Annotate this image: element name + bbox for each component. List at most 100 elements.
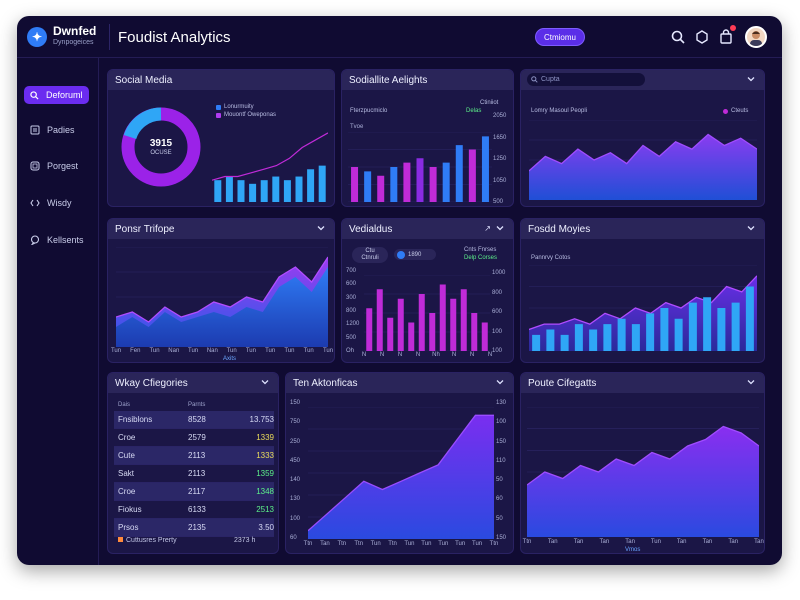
bar	[439, 284, 446, 351]
y-axis-label: Tvoe	[350, 124, 364, 130]
panel-title: Poute Cifegatts	[521, 373, 764, 393]
tick-label: Tun	[245, 348, 256, 354]
bar	[674, 318, 683, 351]
legend-swatch	[723, 108, 728, 114]
table-row[interactable]: Fnsiblons 8528 13.753	[114, 411, 274, 429]
tick-label: Tan	[320, 541, 330, 547]
table-cell: 8528	[188, 415, 206, 424]
tick-label: Tun	[472, 541, 483, 547]
tick-label: 150	[496, 438, 507, 445]
area-series	[527, 426, 759, 537]
document-icon	[30, 125, 40, 135]
sidebar-item-label: Porgest	[47, 161, 79, 171]
right-axis: 130 100 150 110 50 60 50 150	[496, 400, 513, 541]
sidebar-item-porgest[interactable]: Porgest	[24, 157, 89, 175]
sidebar-item-padies[interactable]: Padies	[24, 121, 89, 139]
bar	[660, 308, 669, 351]
segment-toggle-left[interactable]: Ctu Ctnruli	[352, 247, 388, 263]
tick-label: Tan	[728, 539, 739, 545]
table-cell: 2513	[256, 505, 274, 514]
sidebar-item-wisdy[interactable]: Wisdy	[24, 194, 89, 212]
sort-icon[interactable]: ↗	[484, 224, 491, 233]
chevron-down-icon[interactable]	[495, 223, 505, 233]
legend-item: Mouontf Oweponas	[216, 112, 276, 118]
tick-label: 50	[496, 477, 503, 484]
legend-item: Lonurmuity	[216, 104, 254, 110]
tick-label: Ttn	[354, 541, 364, 547]
tick-label: 100	[492, 348, 503, 354]
sidebar: Deforuml Padies Porgest Wisdy Kellsents	[17, 58, 99, 565]
bar	[455, 145, 463, 202]
panel-wkay-cfiegories: Wkay Cfiegories Dais Parnts Fnsiblons 852…	[107, 372, 279, 554]
chevron-down-icon[interactable]	[495, 377, 505, 387]
tick-label: Tun	[370, 541, 381, 547]
chevron-down-icon[interactable]	[746, 223, 756, 233]
legend-swatch	[216, 112, 221, 118]
tick-label: 100	[492, 328, 503, 335]
tick-label: 800	[492, 289, 503, 296]
bar	[688, 302, 697, 351]
header-action-button[interactable]: Ctmiomu	[535, 28, 585, 46]
settings-icon[interactable]	[694, 29, 710, 45]
table-cell: 2113	[188, 469, 206, 478]
search-icon	[531, 76, 538, 83]
panel-search-input[interactable]: Cupta	[527, 73, 645, 86]
avatar[interactable]	[745, 26, 767, 48]
bar	[225, 176, 233, 202]
x-axis: N N N N Nh N N N	[361, 352, 493, 360]
sidebar-item-deforuml[interactable]: Deforuml	[24, 86, 89, 104]
chat-icon	[30, 235, 40, 245]
chevron-down-icon[interactable]	[746, 74, 756, 84]
panel-fosdd-moyies: Fosdd Moyies Pannrvy Cotos	[520, 218, 765, 363]
tick-label: Ttn	[388, 541, 397, 547]
bag-icon[interactable]	[718, 29, 734, 45]
table-cell: 2117	[188, 487, 206, 496]
table-row[interactable]: Fiokus 6133 2513	[114, 501, 274, 519]
bar	[574, 324, 583, 351]
bar	[416, 158, 424, 202]
bar	[364, 171, 372, 202]
x-axis-caption: Vmos	[625, 547, 641, 553]
panel-header: Cupta	[521, 70, 764, 90]
sidebar-item-kellsents[interactable]: Kellsents	[24, 231, 89, 249]
table-row[interactable]: Cute 2113 1333	[114, 447, 274, 465]
tick-label: N	[487, 352, 493, 358]
chevron-down-icon[interactable]	[260, 377, 270, 387]
tick-label: N	[397, 352, 403, 358]
toggle-value: 1890	[408, 251, 422, 258]
chevron-down-icon[interactable]	[316, 223, 326, 233]
bar	[481, 322, 488, 351]
table-row[interactable]: Prsos 2135 3.50	[114, 519, 274, 537]
tick-label: Tun	[650, 539, 661, 545]
area-series	[308, 415, 494, 539]
panel-poute-cifegatts: Poute Cifegatts Ttn Tan Tan Tan Tan Tun Tan Tan…	[520, 372, 765, 554]
grid-icon	[30, 161, 40, 171]
column-header: Parnts	[188, 402, 206, 408]
chevron-down-icon[interactable]	[746, 377, 756, 387]
panel-ten-aktonficas: Ten Aktonficas 150 750 250 450 140 130 100 60 1…	[285, 372, 514, 554]
toggle-switch[interactable]: 1890	[394, 249, 436, 260]
toggle-knob	[397, 250, 405, 259]
tick-label: N	[469, 352, 475, 358]
tick-label: N	[361, 352, 367, 358]
table-row[interactable]: Croe 2117 1348	[114, 483, 274, 501]
table-row[interactable]: Croe 2579 1339	[114, 429, 274, 447]
tick-label: 50	[496, 515, 503, 522]
legend-left: Lomry Masoul Peopli	[531, 108, 588, 114]
legend-label: Delas	[466, 108, 482, 114]
table-row[interactable]: Sakt 2113 1359	[114, 465, 274, 483]
x-axis: Tun Fen Tun Nan Tun Nan Tun Tun Tun Tun Tun Tun	[111, 348, 333, 356]
tick-label: Tun	[322, 348, 334, 354]
tick-label: 1250	[493, 156, 507, 162]
bar	[366, 308, 373, 351]
panel-title: Sodiallite Aelights	[342, 70, 513, 90]
tick-label: 1050	[493, 177, 507, 184]
bar	[560, 334, 569, 351]
logo-icon[interactable]: ✦	[27, 27, 47, 47]
tick-label: 1650	[493, 134, 507, 141]
search-icon[interactable]	[670, 29, 686, 45]
tick-label: N	[379, 352, 385, 358]
table-header: Dais Parnts	[114, 399, 274, 411]
panel-ponsr-trifope: Ponsr Trifope Tun Fen Tun Nan Tun Nan Tun Tun Tu…	[107, 218, 335, 363]
tick-label: Tan	[547, 539, 558, 545]
